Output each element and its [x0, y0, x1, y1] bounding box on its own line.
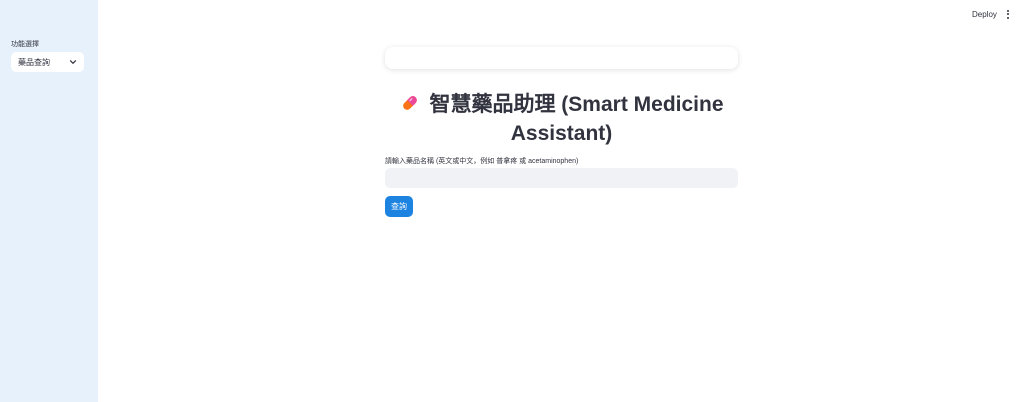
page-title-container: 智慧藥品助理 (Smart Medicine Assistant): [385, 92, 738, 147]
feature-select-value: 藥品查詢: [18, 57, 50, 67]
empty-card: [385, 47, 738, 69]
page-title: 智慧藥品助理 (Smart Medicine Assistant): [429, 93, 724, 145]
medicine-name-input[interactable]: [385, 168, 738, 188]
deploy-button[interactable]: Deploy: [968, 8, 1001, 21]
pill-icon: [399, 92, 421, 121]
medicine-name-label: 請輸入藥品名稱 (英文或中文，例如 普拿疼 或 acetaminophen): [385, 158, 579, 165]
chevron-down-icon: [69, 58, 77, 66]
feature-select[interactable]: 藥品查詢: [11, 52, 84, 72]
sidebar: 功能選擇 藥品查詢: [0, 0, 98, 402]
feature-select-label: 功能選擇: [11, 41, 39, 48]
more-vertical-icon[interactable]: [1004, 8, 1012, 20]
query-button[interactable]: 查詢: [385, 196, 413, 217]
